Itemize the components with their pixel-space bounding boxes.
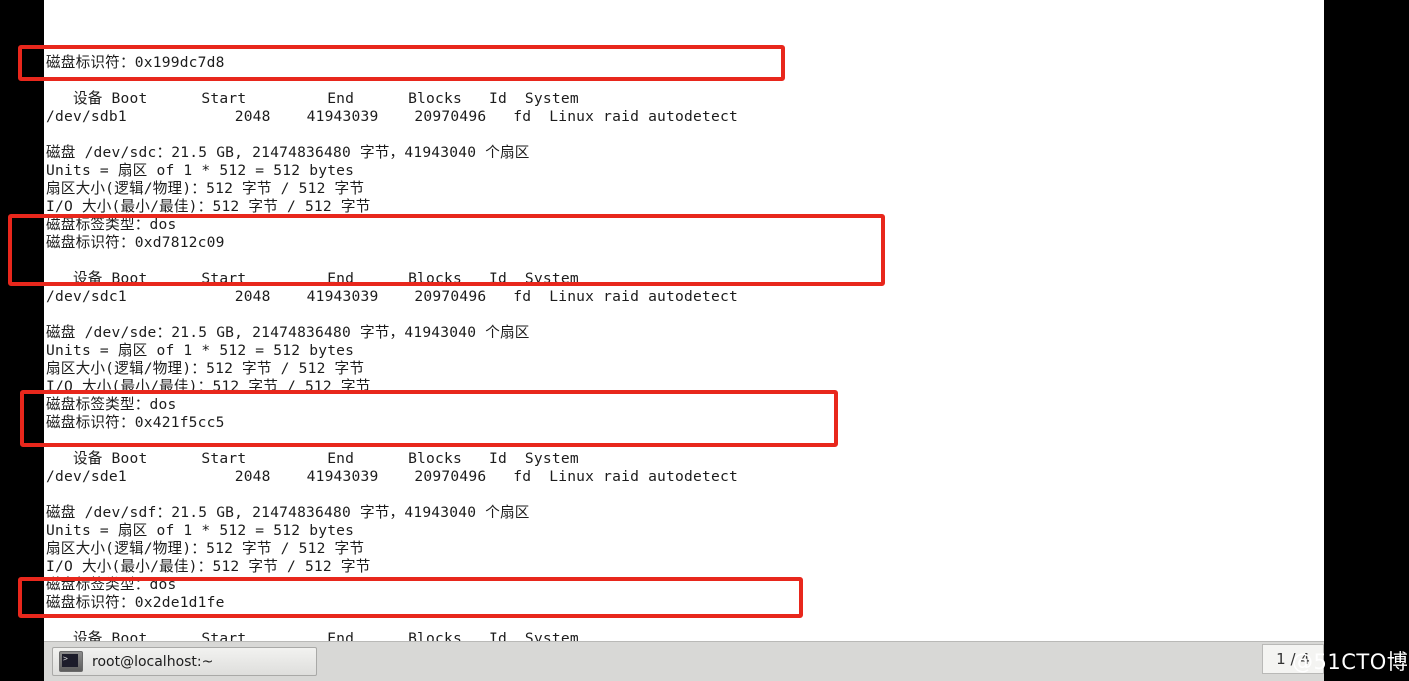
terminal-line: Units = 扇区 of 1 * 512 = 512 bytes	[46, 342, 355, 359]
terminal-line: I/O 大小(最小/最佳)：512 字节 / 512 字节	[46, 378, 371, 395]
terminal-line: /dev/sdb1 2048 41943039 20970496 fd Linu…	[46, 108, 738, 125]
terminal-line: 设备 Boot Start End Blocks Id System	[46, 450, 579, 467]
terminal-line: 磁盘标签类型：dos	[46, 576, 177, 593]
screenshot-root: 磁盘标识符：0x199dc7d8 设备 Boot Start End Block…	[0, 0, 1409, 681]
terminal-line: 扇区大小(逻辑/物理)：512 字节 / 512 字节	[46, 360, 365, 377]
terminal-line: /dev/sdc1 2048 41943039 20970496 fd Linu…	[46, 288, 738, 305]
terminal-line: 设备 Boot Start End Blocks Id System	[46, 630, 579, 641]
terminal-line: 设备 Boot Start End Blocks Id System	[46, 90, 579, 107]
watermark-text: @51CTO博客	[1292, 650, 1409, 674]
terminal-line: 磁盘 /dev/sde：21.5 GB, 21474836480 字节，4194…	[46, 324, 530, 341]
taskbar-window-label: root@localhost:~	[92, 653, 214, 670]
terminal-line: 磁盘标签类型：dos	[46, 216, 177, 233]
taskbar-window-button[interactable]: root@localhost:~	[52, 647, 317, 676]
terminal-line: I/O 大小(最小/最佳)：512 字节 / 512 字节	[46, 558, 371, 575]
terminal-line: 设备 Boot Start End Blocks Id System	[46, 270, 579, 287]
terminal-line: 磁盘标识符：0x199dc7d8	[46, 54, 225, 71]
watermark: @51CTO博客	[1292, 646, 1409, 676]
terminal-window[interactable]: 磁盘标识符：0x199dc7d8 设备 Boot Start End Block…	[44, 0, 1324, 641]
terminal-output[interactable]: 磁盘标识符：0x199dc7d8 设备 Boot Start End Block…	[44, 0, 1312, 641]
terminal-line: 磁盘标识符：0x421f5cc5	[46, 414, 225, 431]
taskbar: root@localhost:~	[44, 641, 1324, 681]
terminal-line: 扇区大小(逻辑/物理)：512 字节 / 512 字节	[46, 540, 365, 557]
terminal-line: 磁盘 /dev/sdf：21.5 GB, 21474836480 字节，4194…	[46, 504, 530, 521]
terminal-icon	[59, 651, 83, 672]
terminal-line: 扇区大小(逻辑/物理)：512 字节 / 512 字节	[46, 180, 365, 197]
terminal-line: 磁盘标识符：0x2de1d1fe	[46, 594, 225, 611]
terminal-line: 磁盘标签类型：dos	[46, 396, 177, 413]
terminal-line: 磁盘 /dev/sdc：21.5 GB, 21474836480 字节，4194…	[46, 144, 530, 161]
terminal-line: /dev/sde1 2048 41943039 20970496 fd Linu…	[46, 468, 738, 485]
terminal-line: I/O 大小(最小/最佳)：512 字节 / 512 字节	[46, 198, 371, 215]
terminal-line: Units = 扇区 of 1 * 512 = 512 bytes	[46, 162, 355, 179]
terminal-line: 磁盘标识符：0xd7812c09	[46, 234, 225, 251]
terminal-line: Units = 扇区 of 1 * 512 = 512 bytes	[46, 522, 355, 539]
left-black-gutter	[0, 0, 44, 640]
